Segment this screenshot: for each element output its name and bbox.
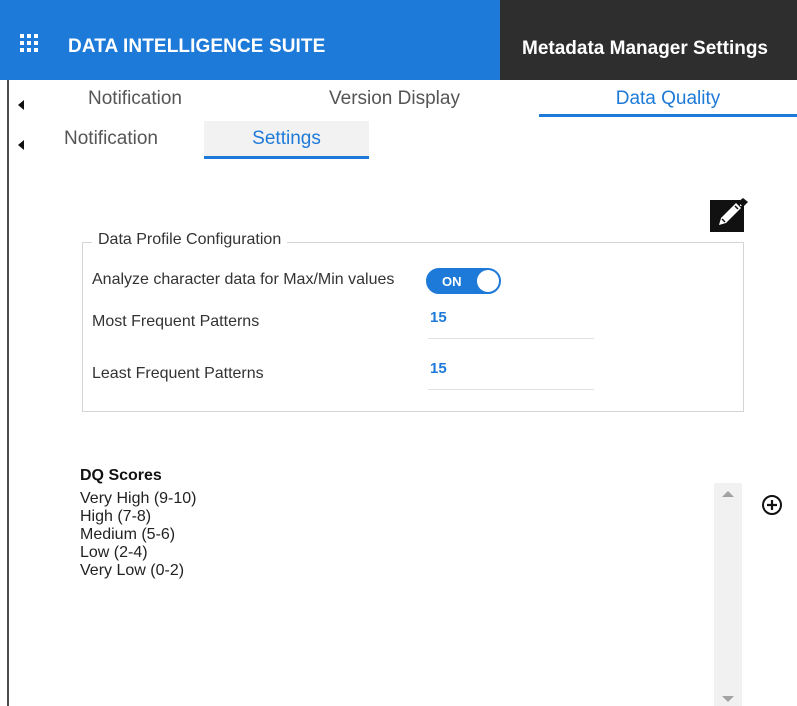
subtab-settings[interactable]: Settings: [204, 121, 369, 159]
left-frame-divider: [7, 80, 9, 706]
toggle-knob: [477, 270, 499, 292]
scroll-up-icon[interactable]: [722, 491, 734, 497]
analyze-max-min-label: Analyze character data for Max/Min value…: [92, 271, 395, 288]
list-scrollbar[interactable]: [714, 483, 742, 706]
pencil-icon[interactable]: [710, 198, 748, 232]
least-frequent-patterns-field[interactable]: 15: [428, 360, 594, 390]
least-frequent-patterns-label: Least Frequent Patterns: [92, 365, 264, 382]
app-title: DATA INTELLIGENCE SUITE: [68, 36, 326, 57]
tab-data-quality[interactable]: Data Quality: [539, 80, 797, 117]
toggle-state-text: ON: [442, 274, 462, 289]
most-frequent-patterns-label: Most Frequent Patterns: [92, 313, 260, 330]
caret-left-icon[interactable]: [18, 140, 24, 150]
brand-area: DATA INTELLIGENCE SUITE: [0, 0, 500, 80]
grid-icon[interactable]: [20, 34, 40, 54]
fieldset-legend: Data Profile Configuration: [92, 231, 288, 249]
page-title: Metadata Manager Settings: [522, 38, 768, 59]
context-area: Metadata Manager Settings: [500, 0, 797, 80]
list-item[interactable]: Medium (5-6): [80, 526, 710, 544]
list-item[interactable]: Very High (9-10): [80, 490, 710, 508]
subtab-notification[interactable]: Notification: [64, 128, 158, 150]
list-item[interactable]: High (7-8): [80, 508, 710, 526]
tab-notification[interactable]: Notification: [88, 88, 182, 110]
caret-left-icon[interactable]: [18, 100, 24, 110]
analyze-max-min-toggle[interactable]: ON: [426, 268, 501, 294]
scroll-down-icon[interactable]: [722, 696, 734, 702]
dq-scores-list: Very High (9-10) High (7-8) Medium (5-6)…: [80, 490, 710, 580]
plus-circle-icon[interactable]: [761, 494, 783, 516]
most-frequent-patterns-field[interactable]: 15: [428, 309, 594, 339]
list-item[interactable]: Very Low (0-2): [80, 562, 710, 580]
dq-scores-title: DQ Scores: [80, 467, 162, 484]
top-bar: DATA INTELLIGENCE SUITE Metadata Manager…: [0, 0, 797, 80]
tab-version-display[interactable]: Version Display: [329, 88, 460, 110]
list-item[interactable]: Low (2-4): [80, 544, 710, 562]
